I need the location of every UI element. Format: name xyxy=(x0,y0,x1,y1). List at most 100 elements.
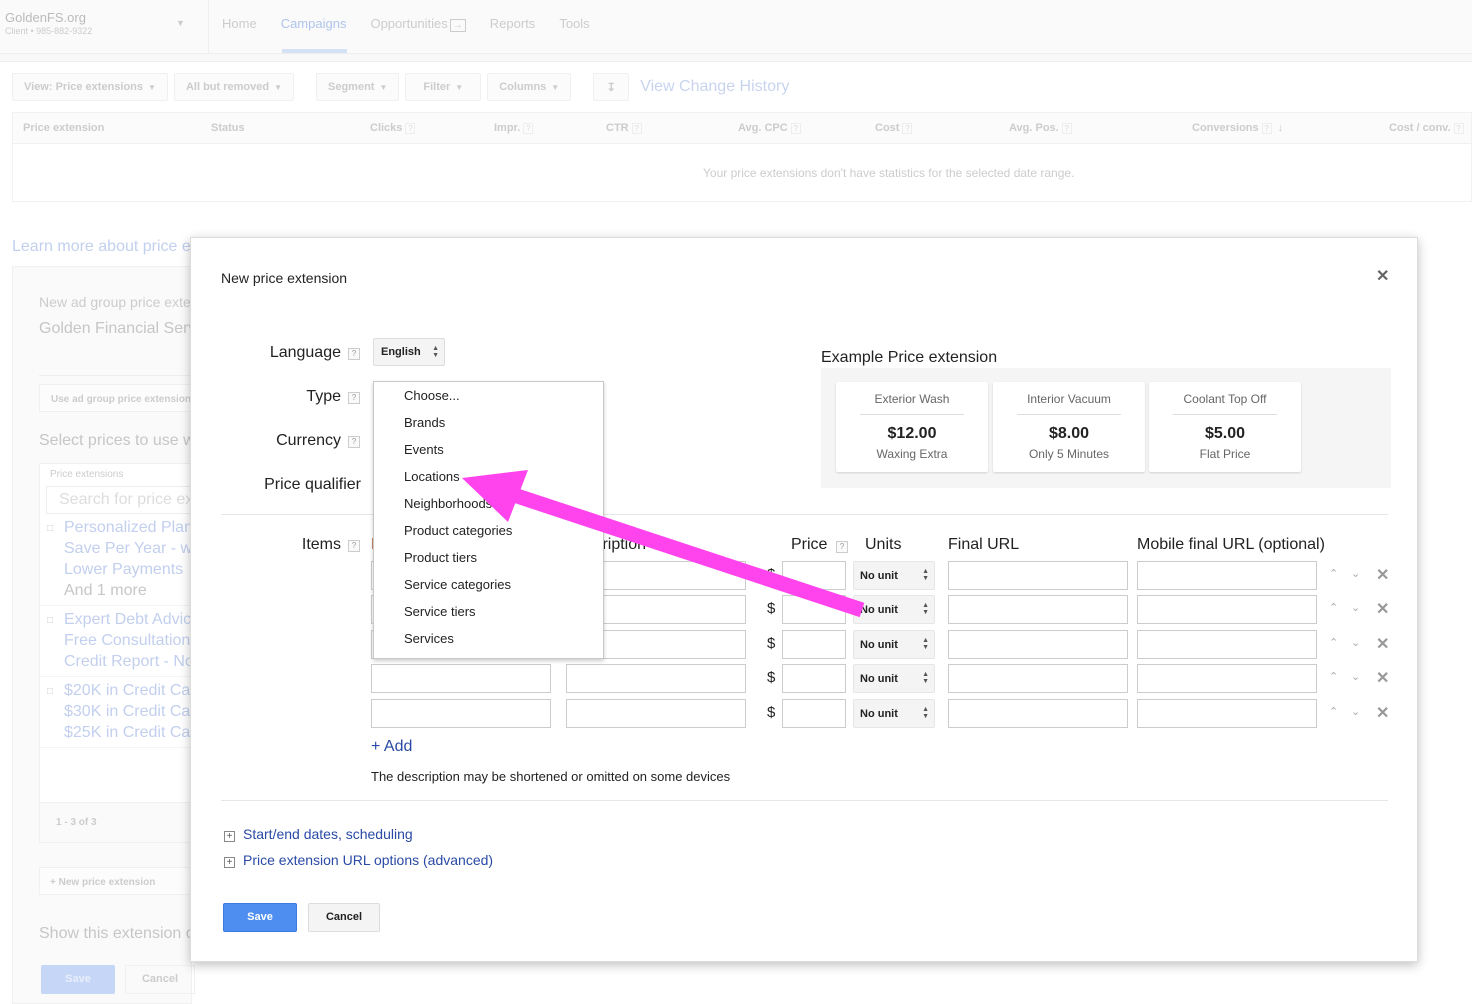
col-cost[interactable]: Cost? xyxy=(875,122,913,134)
save-button[interactable]: Save xyxy=(223,903,297,932)
col-cost-per-conv[interactable]: Cost / conv.? xyxy=(1389,122,1464,134)
type-option-services[interactable]: Services xyxy=(374,625,603,652)
type-option-locations[interactable]: Locations xyxy=(374,463,603,490)
cancel-button[interactable]: Cancel xyxy=(308,903,380,932)
price-input[interactable] xyxy=(782,630,846,659)
final-url-input[interactable] xyxy=(948,699,1128,728)
move-down-icon[interactable]: ⌄ xyxy=(1351,636,1360,649)
columns-dropdown[interactable]: Columns ▼ xyxy=(487,73,572,101)
help-icon[interactable]: ? xyxy=(902,122,913,134)
new-price-extension-button[interactable]: + New price extension xyxy=(39,867,194,895)
use-ad-group-button[interactable]: Use ad group price extensions xyxy=(39,384,199,412)
unit-select[interactable]: No unit ▲ ▼ xyxy=(853,630,935,659)
unit-select[interactable]: No unit ▲ ▼ xyxy=(853,699,935,728)
segment-dropdown[interactable]: Segment ▼ xyxy=(316,73,400,101)
close-icon[interactable]: ✕ xyxy=(1376,266,1389,286)
nav-opportunities[interactable]: Opportunities → xyxy=(370,16,466,32)
col-avg-pos[interactable]: Avg. Pos.? xyxy=(1009,122,1072,134)
url-options-expander[interactable]: + Price extension URL options (advanced) xyxy=(224,852,493,868)
delete-row-icon[interactable]: ✕ xyxy=(1376,634,1389,654)
move-up-icon[interactable]: ⌃ xyxy=(1329,670,1338,683)
chevron-down-icon[interactable]: ▼ xyxy=(176,18,185,28)
nav-campaigns[interactable]: Campaigns xyxy=(281,16,347,31)
mobile-url-input[interactable] xyxy=(1137,595,1317,624)
mobile-url-input[interactable] xyxy=(1137,561,1317,590)
type-option-service-categories[interactable]: Service categories xyxy=(374,571,603,598)
col-status[interactable]: Status xyxy=(211,122,245,134)
status-filter-dropdown[interactable]: All but removed ▼ xyxy=(173,73,294,101)
delete-row-icon[interactable]: ✕ xyxy=(1376,599,1389,619)
move-down-icon[interactable]: ⌄ xyxy=(1351,567,1360,580)
mobile-url-input[interactable] xyxy=(1137,664,1317,693)
move-up-icon[interactable]: ⌃ xyxy=(1329,567,1338,580)
type-option-choose[interactable]: Choose... xyxy=(374,382,603,409)
col-ctr[interactable]: CTR? xyxy=(606,122,642,134)
help-icon[interactable]: ? xyxy=(1061,122,1072,134)
mobile-url-input[interactable] xyxy=(1137,699,1317,728)
final-url-input[interactable] xyxy=(948,664,1128,693)
nav-tools[interactable]: Tools xyxy=(559,16,589,31)
col-impr[interactable]: Impr.? xyxy=(494,122,534,134)
price-input[interactable] xyxy=(782,699,846,728)
delete-row-icon[interactable]: ✕ xyxy=(1376,703,1389,723)
mobile-url-input[interactable] xyxy=(1137,630,1317,659)
help-icon[interactable]: ? xyxy=(1261,122,1272,134)
type-option-service-tiers[interactable]: Service tiers xyxy=(374,598,603,625)
account-switcher[interactable]: GoldenFS.org Client • 985-882-9322 xyxy=(5,10,92,36)
col-price-extension[interactable]: Price extension xyxy=(23,122,104,134)
delete-row-icon[interactable]: ✕ xyxy=(1376,565,1389,585)
type-option-neighborhoods[interactable]: Neighborhoods xyxy=(374,490,603,517)
move-down-icon[interactable]: ⌄ xyxy=(1351,601,1360,614)
help-icon[interactable]: ? xyxy=(348,392,360,404)
help-icon[interactable]: ? xyxy=(405,122,416,134)
help-icon[interactable]: ? xyxy=(348,348,360,360)
move-down-icon[interactable]: ⌄ xyxy=(1351,705,1360,718)
type-option-product-categories[interactable]: Product categories xyxy=(374,517,603,544)
download-button[interactable]: ↧ xyxy=(593,73,630,101)
unit-select[interactable]: No unit ▲ ▼ xyxy=(853,664,935,693)
help-icon[interactable]: ? xyxy=(631,122,642,134)
header-input[interactable] xyxy=(371,699,551,728)
list-item[interactable]: □ Personalized Plan Save Per Year - w Lo… xyxy=(40,514,198,606)
help-icon[interactable]: ? xyxy=(790,122,801,134)
price-input[interactable] xyxy=(782,595,846,624)
price-input[interactable] xyxy=(782,561,846,590)
view-change-history-link[interactable]: View Change History xyxy=(640,78,789,96)
panel-cancel-button[interactable]: Cancel xyxy=(125,965,195,994)
view-dropdown[interactable]: View: Price extensions ▼ xyxy=(12,73,168,101)
description-input[interactable] xyxy=(566,664,746,693)
final-url-input[interactable] xyxy=(948,595,1128,624)
help-icon[interactable]: ? xyxy=(348,540,360,552)
description-input[interactable] xyxy=(566,699,746,728)
nav-home[interactable]: Home xyxy=(222,16,257,31)
type-option-product-tiers[interactable]: Product tiers xyxy=(374,544,603,571)
scheduling-expander[interactable]: + Start/end dates, scheduling xyxy=(224,826,413,842)
delete-row-icon[interactable]: ✕ xyxy=(1376,668,1389,688)
final-url-input[interactable] xyxy=(948,630,1128,659)
col-clicks[interactable]: Clicks? xyxy=(370,122,416,134)
panel-save-button[interactable]: Save xyxy=(41,965,115,994)
move-up-icon[interactable]: ⌃ xyxy=(1329,705,1338,718)
language-select[interactable]: English ▲ ▼ xyxy=(373,338,445,366)
move-up-icon[interactable]: ⌃ xyxy=(1329,636,1338,649)
list-item[interactable]: □ $20K in Credit Card $30K in Credit Car… xyxy=(40,677,198,748)
help-icon[interactable]: ? xyxy=(523,122,534,134)
list-item[interactable]: □ Expert Debt Advice Free Consultation C… xyxy=(40,606,198,677)
type-option-brands[interactable]: Brands xyxy=(374,409,603,436)
col-avg-cpc[interactable]: Avg. CPC? xyxy=(738,122,801,134)
move-up-icon[interactable]: ⌃ xyxy=(1329,601,1338,614)
help-icon[interactable]: ? xyxy=(836,541,848,553)
help-icon[interactable]: ? xyxy=(348,436,360,448)
final-url-input[interactable] xyxy=(948,561,1128,590)
add-item-link[interactable]: + Add xyxy=(371,738,412,756)
col-conversions[interactable]: Conversions? ↓ xyxy=(1192,122,1283,134)
search-input[interactable]: Search for price extensions xyxy=(46,486,198,514)
unit-select[interactable]: No unit ▲ ▼ xyxy=(853,561,935,590)
type-option-events[interactable]: Events xyxy=(374,436,603,463)
nav-reports[interactable]: Reports xyxy=(490,16,536,31)
move-down-icon[interactable]: ⌄ xyxy=(1351,670,1360,683)
price-input[interactable] xyxy=(782,664,846,693)
filter-dropdown[interactable]: Filter ▼ xyxy=(405,73,482,101)
header-input[interactable] xyxy=(371,664,551,693)
unit-select[interactable]: No unit ▲ ▼ xyxy=(853,595,935,624)
